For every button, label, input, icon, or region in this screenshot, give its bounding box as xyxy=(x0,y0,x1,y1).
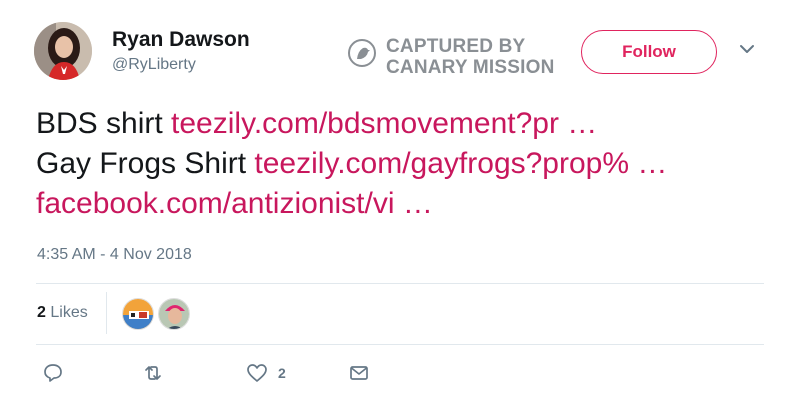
tweet-text-part-1: BDS shirt xyxy=(36,107,172,140)
display-name[interactable]: Ryan Dawson xyxy=(112,28,250,52)
tweet-header: Ryan Dawson @RyLiberty CAPTURED BY CANAR… xyxy=(34,18,774,88)
tweet-link-1[interactable]: teezily.com/bdsmovement?pr … xyxy=(171,107,597,140)
tweet-actions: 2 xyxy=(36,362,436,388)
liker-avatar-1[interactable] xyxy=(122,298,154,330)
tweet-link-3[interactable]: facebook.com/antizionist/vi … xyxy=(36,187,433,220)
retweet-button[interactable] xyxy=(142,362,164,384)
tweet-text: BDS shirt teezily.com/bdsmovement?pr … G… xyxy=(36,104,776,224)
retweet-icon xyxy=(145,366,161,380)
capture-watermark: CAPTURED BY CANARY MISSION xyxy=(348,36,578,78)
follow-button[interactable]: Follow xyxy=(581,30,717,74)
avatar[interactable] xyxy=(34,22,92,80)
direct-message-button[interactable] xyxy=(348,362,370,384)
chevron-down-icon[interactable] xyxy=(738,40,756,58)
likes-stat[interactable]: 2 Likes xyxy=(37,304,88,322)
reply-button[interactable] xyxy=(42,362,64,384)
envelope-icon xyxy=(350,366,368,380)
reply-icon xyxy=(44,364,62,382)
watermark-line-2: CANARY MISSION xyxy=(386,57,555,78)
tweet-text-part-2: Gay Frogs Shirt xyxy=(36,147,255,180)
divider-top xyxy=(36,283,764,284)
canary-bird-icon xyxy=(348,39,376,67)
like-button[interactable]: 2 xyxy=(246,362,286,384)
tweet-timestamp[interactable]: 4:35 AM - 4 Nov 2018 xyxy=(37,246,192,264)
divider-bottom xyxy=(36,344,764,345)
user-names: Ryan Dawson @RyLiberty xyxy=(112,28,250,75)
liker-avatar-2[interactable] xyxy=(158,298,190,330)
heart-icon xyxy=(247,364,267,382)
stats-separator xyxy=(106,292,107,334)
watermark-line-1: CAPTURED BY xyxy=(386,36,526,57)
tweet-link-2[interactable]: teezily.com/gayfrogs?prop% … xyxy=(254,147,667,180)
user-handle[interactable]: @RyLiberty xyxy=(112,55,250,75)
likes-label: Likes xyxy=(50,304,88,321)
likes-count: 2 xyxy=(37,304,46,321)
like-count: 2 xyxy=(278,365,286,381)
